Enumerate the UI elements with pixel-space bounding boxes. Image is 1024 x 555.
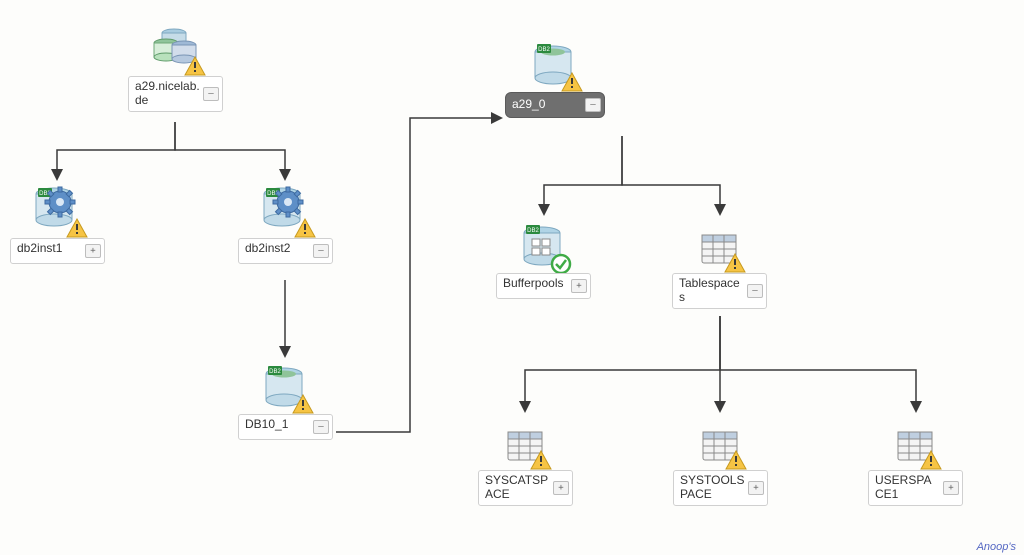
warning-icon [294,218,316,238]
node-database-a29-0[interactable]: a29_0 – [505,36,605,118]
node-database-db10-1[interactable]: DB10_1 – [238,358,333,440]
warning-icon [725,450,747,470]
node-server-root[interactable]: a29.nicelab.de – [128,20,223,112]
collapse-button[interactable]: – [203,87,219,101]
tablespace-icon [701,414,741,466]
node-instance-db2inst1[interactable]: db2inst1 + [10,182,105,264]
node-tablespace-syscat[interactable]: SYSCATSPACE + [478,414,573,506]
node-label: a29.nicelab.de [135,79,200,107]
node-tablespace-userspace[interactable]: USERSPACE1 + [868,414,963,506]
node-label: DB10_1 [245,417,288,431]
collapse-button[interactable]: – [313,420,329,434]
node-label: Tablespaces [679,276,740,304]
bufferpool-icon [522,217,566,269]
expand-button[interactable]: + [85,244,101,258]
node-label: db2inst2 [245,241,290,255]
tablespace-group-icon [700,217,740,269]
node-label: USERSPACE1 [875,473,931,501]
node-label: a29_0 [512,97,545,111]
warning-icon [724,253,746,273]
ok-icon [550,253,572,273]
warning-icon [561,72,583,92]
warning-icon [184,56,206,76]
node-label: SYSCATSPACE [485,473,548,501]
warning-icon [920,450,942,470]
collapse-button[interactable]: – [313,244,329,258]
warning-icon [66,218,88,238]
instance-icon [262,182,310,234]
node-label: SYSTOOLSPACE [680,473,744,501]
database-icon [533,36,577,88]
expand-button[interactable]: + [748,481,764,495]
warning-icon [530,450,552,470]
node-instance-db2inst2[interactable]: db2inst2 – [238,182,333,264]
warning-icon [292,394,314,414]
node-bufferpools[interactable]: Bufferpools + [496,217,591,299]
node-tablespace-systool[interactable]: SYSTOOLSPACE + [673,414,768,506]
server-cluster-icon [152,20,200,72]
instance-icon [34,182,82,234]
tablespace-icon [506,414,546,466]
collapse-button[interactable]: – [747,284,763,298]
database-icon [264,358,308,410]
expand-button[interactable]: + [943,481,959,495]
node-tablespaces[interactable]: Tablespaces – [672,217,767,309]
collapse-button[interactable]: – [585,98,601,112]
node-label: db2inst1 [17,241,62,255]
tablespace-icon [896,414,936,466]
expand-button[interactable]: + [553,481,569,495]
node-label: Bufferpools [503,276,564,290]
watermark: Anoop's [977,541,1016,553]
expand-button[interactable]: + [571,279,587,293]
